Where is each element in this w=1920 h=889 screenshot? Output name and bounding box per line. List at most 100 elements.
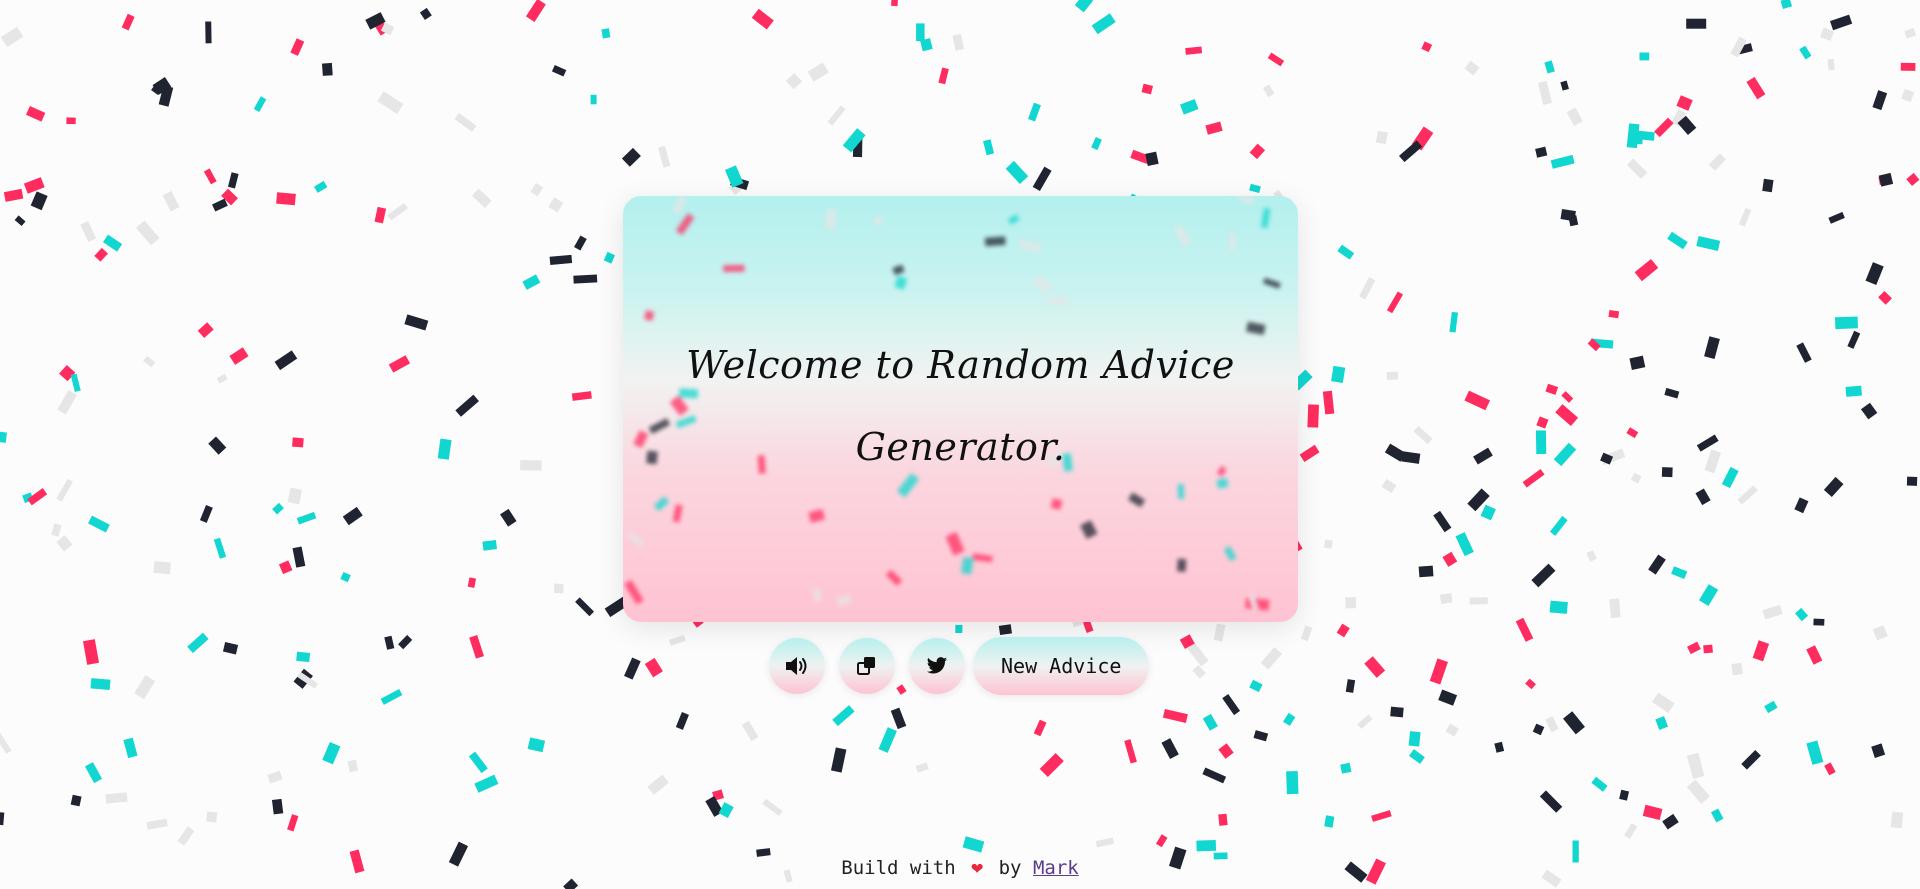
confetti-piece bbox=[1386, 371, 1399, 380]
confetti-piece bbox=[522, 274, 541, 290]
confetti-piece bbox=[813, 588, 822, 602]
confetti-piece bbox=[1667, 231, 1688, 250]
confetti-piece bbox=[1532, 723, 1545, 736]
confetti-piece bbox=[1202, 767, 1227, 784]
confetti-piece bbox=[1390, 706, 1404, 718]
tweet-button[interactable] bbox=[909, 638, 965, 694]
confetti-piece bbox=[1233, 196, 1256, 206]
confetti-piece bbox=[267, 770, 283, 784]
confetti-piece bbox=[292, 437, 304, 448]
author-link[interactable]: Mark bbox=[1033, 857, 1079, 879]
confetti-piece bbox=[187, 632, 209, 654]
confetti-piece bbox=[387, 202, 408, 221]
confetti-piece bbox=[0, 431, 7, 443]
confetti-piece bbox=[1835, 316, 1858, 330]
controls-bar: New Advice bbox=[769, 637, 1150, 695]
confetti-piece bbox=[590, 94, 597, 105]
confetti-piece bbox=[404, 314, 429, 331]
confetti-piece bbox=[1563, 711, 1585, 735]
confetti-piece bbox=[1218, 743, 1234, 759]
confetti-piece bbox=[938, 67, 949, 85]
confetti-piece bbox=[1455, 532, 1474, 557]
confetti-piece bbox=[527, 737, 546, 753]
confetti-piece bbox=[1704, 449, 1722, 474]
copy-icon bbox=[857, 657, 875, 675]
confetti-piece bbox=[272, 502, 284, 515]
confetti-piece bbox=[1878, 290, 1892, 305]
confetti-piece bbox=[1531, 563, 1556, 588]
confetti-piece bbox=[644, 310, 655, 322]
confetti-piece bbox=[1827, 58, 1835, 71]
confetti-piece bbox=[551, 64, 567, 77]
confetti-piece bbox=[1128, 492, 1146, 508]
confetti-piece bbox=[25, 105, 46, 122]
confetti-piece bbox=[1906, 172, 1920, 186]
confetti-piece bbox=[1536, 416, 1549, 429]
confetti-piece bbox=[653, 496, 670, 512]
confetti-piece bbox=[1364, 656, 1386, 678]
confetti-piece bbox=[1357, 714, 1373, 729]
confetti-piece bbox=[80, 220, 97, 242]
confetti-piece bbox=[468, 751, 488, 774]
confetti-piece bbox=[1187, 642, 1209, 667]
confetti-piece bbox=[1704, 336, 1720, 360]
confetti-piece bbox=[1473, 447, 1493, 465]
confetti-piece bbox=[211, 198, 228, 212]
confetti-piece bbox=[1619, 789, 1630, 801]
confetti-piece bbox=[1847, 330, 1861, 349]
confetti-piece bbox=[807, 62, 829, 82]
confetti-piece bbox=[878, 727, 897, 753]
confetti-piece bbox=[0, 732, 12, 754]
confetti-piece bbox=[1162, 708, 1188, 723]
confetti-piece bbox=[1553, 442, 1577, 467]
confetti-piece bbox=[525, 0, 546, 22]
confetti-piece bbox=[1586, 550, 1597, 562]
confetti-piece bbox=[1721, 466, 1739, 489]
confetti-piece bbox=[827, 105, 846, 126]
confetti-piece bbox=[1686, 779, 1710, 804]
confetti-piece bbox=[1687, 641, 1701, 655]
confetti-piece bbox=[741, 720, 759, 742]
confetti-piece bbox=[1007, 214, 1020, 225]
copy-button[interactable] bbox=[839, 638, 895, 694]
confetti-piece bbox=[474, 774, 499, 793]
confetti-piece bbox=[1560, 80, 1569, 91]
confetti-piece bbox=[1865, 262, 1884, 285]
confetti-piece bbox=[1205, 121, 1223, 135]
confetti-piece bbox=[1904, 28, 1917, 39]
confetti-piece bbox=[3, 188, 24, 202]
confetti-piece bbox=[146, 818, 168, 830]
confetti-piece bbox=[1651, 692, 1675, 714]
confetti-piece bbox=[1762, 604, 1783, 620]
confetti-piece bbox=[1639, 52, 1650, 61]
new-advice-button[interactable]: New Advice bbox=[973, 637, 1150, 695]
confetti-piece bbox=[1337, 244, 1355, 260]
confetti-piece bbox=[1429, 658, 1448, 685]
confetti-piece bbox=[1375, 130, 1388, 145]
confetti-piece bbox=[1299, 444, 1320, 462]
confetti-piece bbox=[1624, 823, 1638, 839]
confetti-piece bbox=[471, 188, 492, 208]
confetti-piece bbox=[482, 540, 497, 551]
confetti-piece bbox=[1741, 749, 1761, 770]
confetti-piece bbox=[229, 347, 249, 365]
confetti-piece bbox=[1609, 598, 1621, 619]
confetti-piece bbox=[1283, 712, 1296, 726]
confetti-piece bbox=[1445, 723, 1459, 737]
confetti-piece bbox=[785, 73, 803, 90]
confetti-piece bbox=[287, 814, 299, 832]
confetti-piece bbox=[83, 639, 99, 665]
confetti-piece bbox=[197, 322, 214, 338]
confetti-piece bbox=[1549, 515, 1568, 536]
confetti-piece bbox=[1261, 207, 1271, 229]
confetti-piece bbox=[134, 675, 156, 700]
confetti-piece bbox=[1408, 749, 1425, 764]
speak-button[interactable] bbox=[769, 638, 825, 694]
confetti-piece bbox=[1381, 478, 1397, 494]
confetti-piece bbox=[916, 23, 925, 42]
confetti-piece bbox=[1442, 551, 1458, 567]
confetti-piece bbox=[872, 214, 885, 227]
confetti-piece bbox=[1906, 476, 1918, 486]
confetti-piece bbox=[1872, 90, 1888, 111]
confetti-piece bbox=[960, 556, 974, 575]
